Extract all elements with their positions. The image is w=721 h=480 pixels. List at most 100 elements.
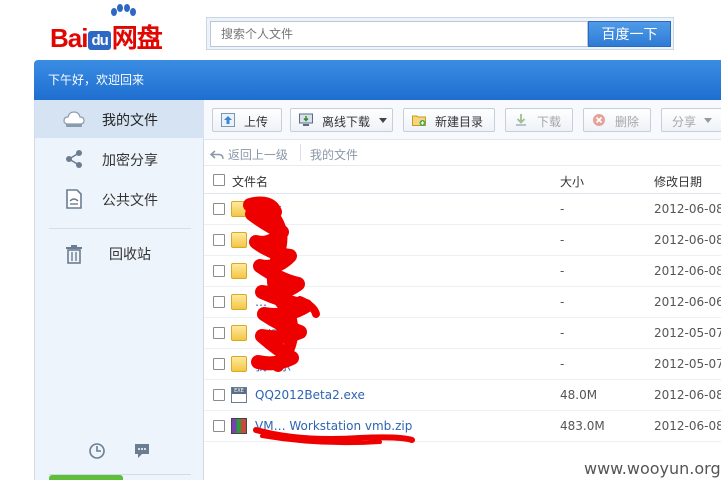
breadcrumb-current[interactable]: 我的文件 xyxy=(310,146,358,163)
row-checkbox[interactable] xyxy=(213,389,225,401)
sidebar-item-public-files[interactable]: 公共文件 xyxy=(35,180,204,218)
file-date: 2012-06-08 xyxy=(654,419,721,433)
file-date: 2012-05-07 xyxy=(654,357,721,371)
file-name[interactable]: …关 xyxy=(255,233,279,250)
table-row[interactable]: VM… Workstation vmb.zip 483.0M 2012-06-0… xyxy=(204,411,721,442)
sidebar-item-label: 回收站 xyxy=(109,247,151,263)
header-bar: 下午好，欢迎回来 xyxy=(34,60,721,100)
folder-icon xyxy=(231,325,247,341)
exe-badge: EXE xyxy=(232,388,246,394)
delete-label: 删除 xyxy=(615,115,640,129)
greeting-text: 下午好，欢迎回来 xyxy=(48,73,145,87)
file-name[interactable]: … xyxy=(255,295,267,309)
row-checkbox[interactable] xyxy=(213,265,225,277)
chat-icon[interactable] xyxy=(133,442,151,460)
upload-icon xyxy=(221,113,235,127)
chevron-down-icon xyxy=(704,118,712,123)
sidebar-item-label: 我的文件 xyxy=(102,113,158,129)
zip-archive-icon xyxy=(231,418,247,434)
monitor-download-icon xyxy=(299,113,313,126)
watermark: www.wooyun.org xyxy=(584,459,721,478)
file-name[interactable]: QQ2012Beta2.exe xyxy=(255,388,365,402)
sidebar-item-encrypted-share[interactable]: 加密分享 xyxy=(35,140,204,178)
file-date: 2012-06-08 xyxy=(654,264,721,278)
table-row[interactable]: …关 - 2012-06-08 xyxy=(204,225,721,256)
file-date: 2012-06-08 xyxy=(654,388,721,402)
file-date: 2012-05-07 xyxy=(654,326,721,340)
breadcrumb: 返回上一级 我的文件 xyxy=(204,140,721,166)
upload-label: 上传 xyxy=(244,115,269,129)
column-header-size[interactable]: 大小 xyxy=(560,173,584,190)
table-row[interactable]: …ux - 2012-06-08 xyxy=(204,194,721,225)
chevron-down-icon xyxy=(379,118,387,123)
folder-icon xyxy=(231,201,247,217)
download-button[interactable]: 下载 xyxy=(505,108,573,132)
search-button[interactable]: 百度一下 xyxy=(588,21,671,47)
folder-icon xyxy=(231,294,247,310)
file-date: 2012-06-08 xyxy=(654,202,721,216)
back-label: 返回上一级 xyxy=(227,148,288,162)
file-date: 2012-06-08 xyxy=(654,233,721,247)
file-name[interactable]: …ux xyxy=(255,202,282,216)
sidebar-divider xyxy=(49,228,191,229)
upload-button[interactable]: 上传 xyxy=(212,108,282,132)
logo-pan: 网盘 xyxy=(111,23,163,53)
file-name[interactable]: VM… Workstation vmb.zip xyxy=(255,419,412,433)
column-header-date[interactable]: 修改日期 xyxy=(654,173,702,190)
clock-icon[interactable] xyxy=(88,442,106,460)
sidebar-item-recycle-bin[interactable]: 回收站 xyxy=(35,234,204,272)
delete-button[interactable]: 删除 xyxy=(583,108,651,132)
sidebar-item-my-files[interactable]: 我的文件 xyxy=(35,100,204,138)
share-label: 分享 xyxy=(672,115,697,129)
baidu-pan-logo[interactable]: Bai du 网盘 xyxy=(50,4,200,55)
share-icon xyxy=(66,150,82,168)
table-row[interactable]: … - 2012-06-06 xyxy=(204,287,721,318)
delete-icon xyxy=(593,114,605,126)
table-row[interactable]: 我…乐 - 2012-05-07 xyxy=(204,349,721,380)
file-size: 483.0M xyxy=(560,419,605,433)
column-header-name[interactable]: 文件名 xyxy=(232,173,268,190)
row-checkbox[interactable] xyxy=(213,420,225,432)
folder-icon xyxy=(231,232,247,248)
table-row[interactable]: - 2012-06-08 xyxy=(204,256,721,287)
file-size: - xyxy=(560,326,565,340)
row-checkbox[interactable] xyxy=(213,327,225,339)
sidebar-item-label: 加密分享 xyxy=(102,153,158,169)
table-row[interactable]: EXE QQ2012Beta2.exe 48.0M 2012-06-08 xyxy=(204,380,721,411)
logo-bai: Bai xyxy=(50,23,88,53)
search-input[interactable] xyxy=(210,21,588,47)
row-checkbox[interactable] xyxy=(213,358,225,370)
download-label: 下载 xyxy=(537,115,562,129)
file-name[interactable]: 我…乐 xyxy=(255,357,291,374)
file-size: - xyxy=(560,357,565,371)
logo-du: du xyxy=(88,30,111,50)
row-checkbox[interactable] xyxy=(213,203,225,215)
top-bar: Baidu网盘 百度一下 xyxy=(0,0,721,58)
file-size: 48.0M xyxy=(560,388,598,402)
new-folder-icon xyxy=(412,115,426,126)
download-icon xyxy=(516,114,526,126)
trash-icon xyxy=(66,245,82,264)
sidebar-item-label: 公共文件 xyxy=(102,193,158,209)
storage-usage-fill xyxy=(49,475,123,480)
file-size: - xyxy=(560,295,565,309)
share-button[interactable]: 分享 xyxy=(661,108,721,132)
table-row[interactable]: …视频 - 2012-05-07 xyxy=(204,318,721,349)
new-folder-button[interactable]: 新建目录 xyxy=(403,108,495,132)
row-checkbox[interactable] xyxy=(213,296,225,308)
back-arrow-icon xyxy=(209,150,224,160)
new-folder-label: 新建目录 xyxy=(435,115,484,129)
breadcrumb-divider xyxy=(300,144,301,161)
file-name[interactable]: …视频 xyxy=(255,326,291,343)
offline-download-button[interactable]: 离线下载 xyxy=(290,108,393,132)
logo-text: Bai du 网盘 xyxy=(50,18,163,55)
file-size: - xyxy=(560,202,565,216)
search-bar: 百度一下 xyxy=(206,17,674,50)
select-all-checkbox[interactable] xyxy=(213,174,225,186)
table-header: 文件名 大小 修改日期 xyxy=(204,166,721,194)
row-checkbox[interactable] xyxy=(213,234,225,246)
folder-icon xyxy=(231,263,247,279)
offline-download-label: 离线下载 xyxy=(322,115,371,129)
toolbar: 上传 离线下载 新建目录 下载 删除 分享 xyxy=(204,100,721,140)
back-button[interactable]: 返回上一级 xyxy=(209,146,288,163)
